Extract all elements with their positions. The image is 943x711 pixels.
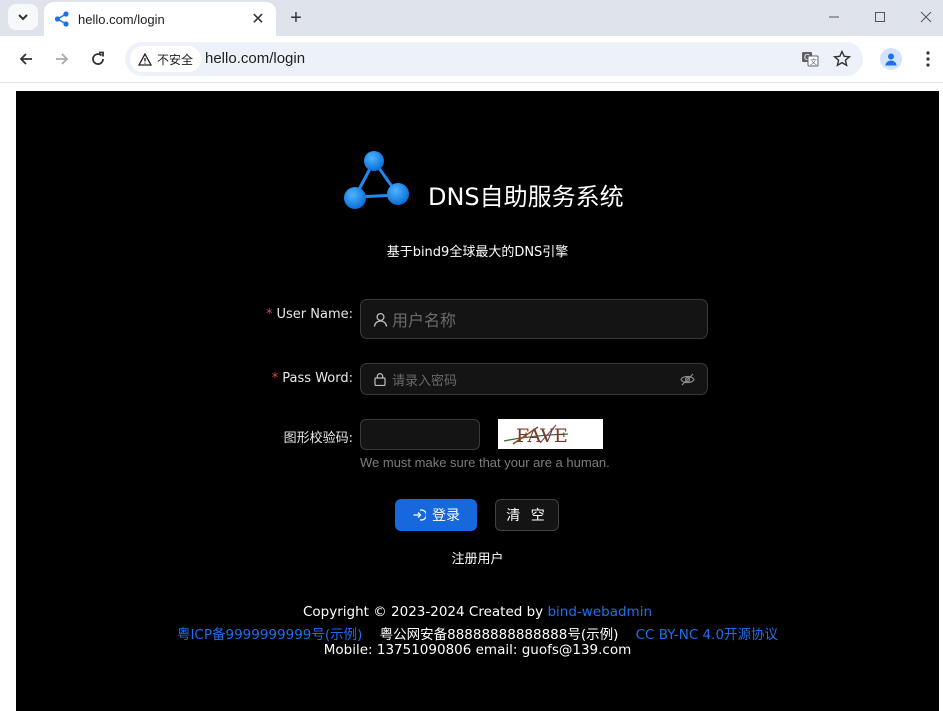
- icp-link[interactable]: 粤ICP备9999999999号(示例): [177, 627, 362, 643]
- brand-title: DNS自助服务系统: [428, 183, 624, 211]
- captcha-label: 图形校验码:: [283, 431, 353, 446]
- required-mark: *: [271, 371, 279, 386]
- username-label-row: * User Name:: [193, 307, 353, 322]
- tab-search-button[interactable]: [8, 4, 38, 30]
- password-label: Pass Word:: [282, 371, 353, 386]
- window-close-icon[interactable]: [914, 6, 938, 28]
- chevron-down-icon: [18, 14, 28, 21]
- maximize-icon[interactable]: [868, 6, 892, 28]
- share-network-icon: [54, 11, 69, 27]
- captcha-text: FAVE: [516, 425, 568, 447]
- license-link[interactable]: CC BY-NC 4.0开源协议: [636, 627, 778, 643]
- login-page: DNS自助服务系统 基于bind9全球最大的DNS引擎 * User Name: …: [16, 91, 939, 711]
- username-input[interactable]: 用户名称: [360, 299, 708, 339]
- bookmark-star-icon[interactable]: [832, 49, 852, 69]
- login-button[interactable]: 登录: [395, 499, 477, 531]
- security-label: 不安全: [157, 52, 194, 67]
- footer-copyright-line: Copyright © 2023-2024 Created by bind-we…: [16, 604, 939, 620]
- browser-toolbar: 不安全 hello.com/login G文: [0, 36, 943, 83]
- username-placeholder: 用户名称: [392, 311, 457, 330]
- more-menu-icon[interactable]: [918, 48, 938, 70]
- lock-icon: [372, 371, 388, 387]
- user-icon: [372, 311, 388, 327]
- police-record: 粤公网安备88888888888888号(示例): [379, 627, 619, 643]
- login-button-label: 登录: [432, 508, 460, 524]
- browser-tab[interactable]: hello.com/login ✕: [44, 2, 276, 36]
- password-input[interactable]: 请录入密码: [360, 363, 708, 395]
- minimize-icon[interactable]: [822, 6, 846, 28]
- forward-button[interactable]: [47, 44, 77, 74]
- password-label-row: * Pass Word:: [193, 371, 353, 386]
- creator-link[interactable]: bind-webadmin: [547, 604, 652, 620]
- reload-icon: [92, 51, 104, 65]
- register-link[interactable]: 注册用户: [16, 548, 939, 567]
- tab-strip: hello.com/login ✕ +: [0, 0, 943, 36]
- footer-records-line: 粤ICP备9999999999号(示例) 粤公网安备88888888888888…: [16, 623, 939, 643]
- clear-button-label: 清 空: [506, 508, 548, 524]
- network-logo-icon: [344, 151, 409, 209]
- arrow-left-icon: [19, 53, 32, 65]
- login-icon: [413, 509, 426, 521]
- tab-title: hello.com/login: [78, 11, 165, 27]
- close-icon[interactable]: ✕: [248, 9, 268, 29]
- clear-button[interactable]: 清 空: [495, 499, 559, 531]
- required-mark: *: [266, 307, 273, 322]
- captcha-image[interactable]: FAVE: [498, 419, 603, 449]
- arrow-right-icon: [56, 53, 69, 65]
- captcha-input[interactable]: [360, 419, 480, 450]
- new-tab-button[interactable]: +: [284, 6, 308, 30]
- profile-avatar[interactable]: [880, 48, 902, 70]
- svg-text:文: 文: [810, 57, 817, 66]
- warning-icon: [138, 52, 152, 66]
- brand-subtitle: 基于bind9全球最大的DNS引擎: [386, 245, 569, 260]
- url-text[interactable]: hello.com/login: [205, 50, 305, 67]
- username-label: User Name:: [276, 307, 354, 322]
- password-placeholder: 请录入密码: [392, 373, 458, 389]
- captcha-hint: We must make sure that your are a human.: [360, 455, 610, 470]
- eye-slash-icon[interactable]: [679, 371, 695, 387]
- reload-button[interactable]: [83, 44, 113, 74]
- footer-contact: Mobile: 13751090806 email: guofs@139.com: [323, 642, 632, 658]
- security-chip[interactable]: 不安全: [130, 46, 202, 72]
- person-icon: [885, 53, 897, 66]
- back-button[interactable]: [11, 44, 41, 74]
- address-bar[interactable]: 不安全 hello.com/login G文: [125, 42, 863, 76]
- translate-icon[interactable]: G文: [800, 49, 820, 69]
- copyright-text: Copyright © 2023-2024 Created by: [302, 604, 544, 620]
